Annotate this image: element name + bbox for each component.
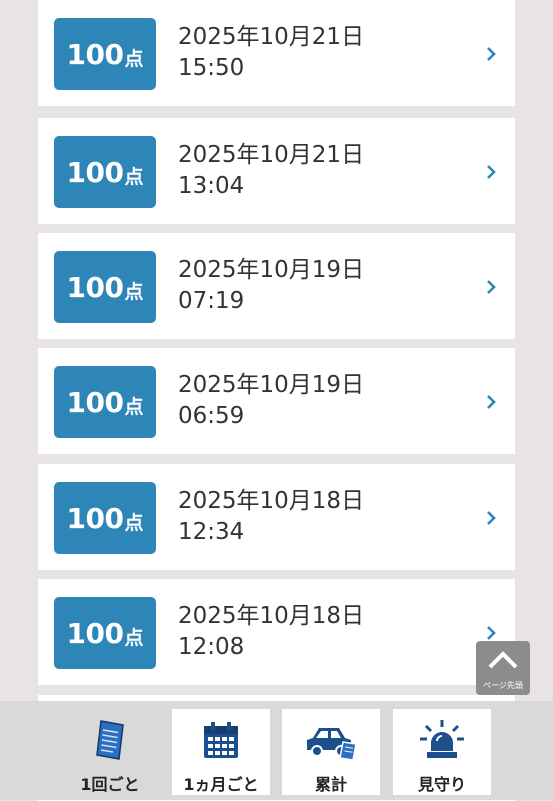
document-icon <box>93 719 127 761</box>
tab-cumulative[interactable]: 累計 <box>282 709 380 795</box>
record-card[interactable]: 100 点 2025年10月21日 15:50 <box>38 0 515 106</box>
record-card[interactable]: 100 点 2025年10月21日 13:04 <box>38 118 515 224</box>
tab-label: 1回ごと <box>80 775 140 794</box>
record-card[interactable]: 100 点 2025年10月18日 12:08 <box>38 579 515 685</box>
tab-label: 累計 <box>314 775 347 794</box>
chevron-right-icon <box>487 280 496 294</box>
bottom-nav: 1回ごと 1ヵ月ごと 累計 見守り <box>0 701 553 800</box>
score-unit: 点 <box>124 395 144 418</box>
chevron-right-icon <box>487 511 496 525</box>
record-time: 06:59 <box>178 403 245 429</box>
score-value: 100 <box>66 155 124 189</box>
score-unit: 点 <box>124 47 144 70</box>
record-date: 2025年10月18日 <box>178 488 365 514</box>
record-time: 13:04 <box>178 173 245 199</box>
score-badge: 100 点 <box>54 482 156 554</box>
score-badge: 100 点 <box>54 597 156 669</box>
chevron-right-icon <box>487 47 496 61</box>
record-datetime: 2025年10月21日 13:04 <box>178 140 364 202</box>
page-top-button[interactable]: ページ先頭 <box>476 641 530 695</box>
record-datetime: 2025年10月18日 12:08 <box>178 601 364 663</box>
calendar-icon <box>201 719 241 761</box>
score-unit: 点 <box>124 165 144 188</box>
score-value: 100 <box>66 270 124 304</box>
score-badge: 100 点 <box>54 251 156 323</box>
record-date: 2025年10月21日 <box>178 142 365 168</box>
record-time: 15:50 <box>178 55 245 81</box>
chevron-right-icon <box>487 626 496 640</box>
car-icon <box>303 719 359 761</box>
record-time: 12:08 <box>178 634 245 660</box>
record-datetime: 2025年10月21日 15:50 <box>178 22 364 84</box>
chevron-right-icon <box>487 395 496 409</box>
tab-monthly[interactable]: 1ヵ月ごと <box>172 709 270 795</box>
score-unit: 点 <box>124 511 144 534</box>
siren-icon <box>418 719 466 761</box>
record-time: 12:34 <box>178 519 245 545</box>
score-unit: 点 <box>124 626 144 649</box>
score-badge: 100 点 <box>54 366 156 438</box>
chevron-right-icon <box>487 165 496 179</box>
tab-label: 1ヵ月ごと <box>183 775 259 794</box>
tab-watch[interactable]: 見守り <box>393 709 491 795</box>
score-value: 100 <box>66 501 124 535</box>
record-time: 07:19 <box>178 288 245 314</box>
page-top-label: ページ先頭 <box>483 681 523 690</box>
record-date: 2025年10月18日 <box>178 603 365 629</box>
record-datetime: 2025年10月18日 12:34 <box>178 486 364 548</box>
chevron-up-icon <box>488 651 518 669</box>
tab-label: 見守り <box>417 775 466 794</box>
tab-per-trip[interactable]: 1回ごと <box>61 709 159 795</box>
record-date: 2025年10月19日 <box>178 257 365 283</box>
score-badge: 100 点 <box>54 18 156 90</box>
score-value: 100 <box>66 616 124 650</box>
record-date: 2025年10月19日 <box>178 372 365 398</box>
score-unit: 点 <box>124 280 144 303</box>
score-badge: 100 点 <box>54 136 156 208</box>
record-card[interactable]: 100 点 2025年10月18日 12:34 <box>38 464 515 570</box>
record-card[interactable]: 100 点 2025年10月19日 07:19 <box>38 233 515 339</box>
record-datetime: 2025年10月19日 07:19 <box>178 255 364 317</box>
record-date: 2025年10月21日 <box>178 24 365 50</box>
record-datetime: 2025年10月19日 06:59 <box>178 370 364 432</box>
score-value: 100 <box>66 37 124 71</box>
score-value: 100 <box>66 385 124 419</box>
record-card[interactable]: 100 点 2025年10月19日 06:59 <box>38 348 515 454</box>
